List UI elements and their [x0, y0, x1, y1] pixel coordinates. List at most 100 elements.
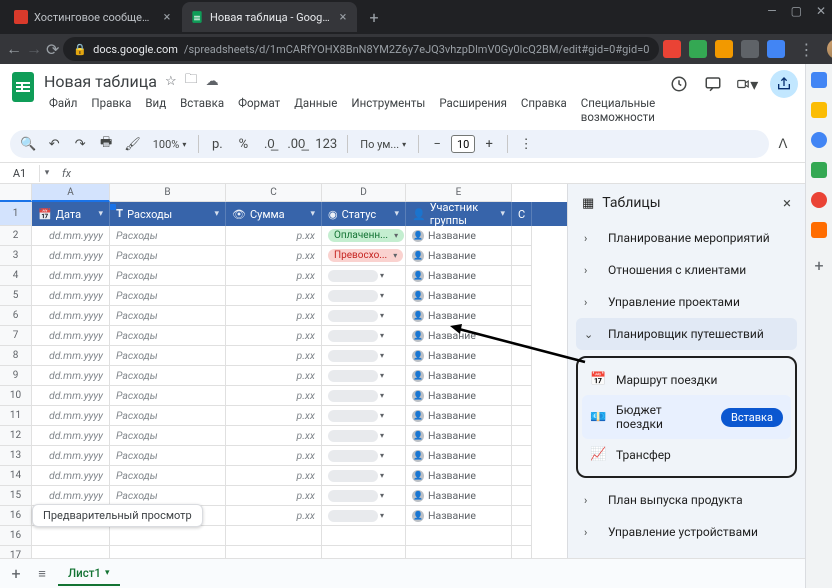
row-header[interactable]: 6	[0, 306, 32, 326]
cell[interactable]	[32, 546, 110, 558]
close-panel-button[interactable]: ×	[783, 194, 791, 212]
contacts-addon-icon[interactable]	[811, 162, 827, 178]
menu-Специальные возможности[interactable]: Специальные возможности	[576, 94, 660, 126]
menu-Вид[interactable]: Вид	[140, 94, 171, 126]
row-header[interactable]: 11	[0, 406, 32, 426]
star-icon[interactable]: ☆	[165, 74, 177, 89]
cell[interactable]: dd.mm.yyyy	[32, 446, 110, 466]
cell[interactable]	[512, 286, 532, 306]
cell[interactable]: Расходы	[110, 446, 226, 466]
col-header-E[interactable]: E	[406, 184, 512, 202]
cell[interactable]: ▾	[322, 446, 406, 466]
undo-button[interactable]: ↶	[42, 132, 66, 156]
paint-format-button[interactable]: 🖌	[120, 132, 145, 156]
cell[interactable]	[322, 526, 406, 546]
cell[interactable]: 👤Название	[406, 466, 512, 486]
cell[interactable]	[32, 526, 110, 546]
cell[interactable]	[512, 506, 532, 526]
cell[interactable]: ▾	[322, 306, 406, 326]
row-header[interactable]: 4	[0, 266, 32, 286]
cell[interactable]: ▾	[322, 326, 406, 346]
panel-group-0[interactable]: ›Планирование мероприятий	[576, 222, 797, 254]
cell[interactable]: ▾	[322, 486, 406, 506]
extension-icon[interactable]	[663, 40, 681, 58]
decrease-decimal-button[interactable]: .0̲	[257, 132, 281, 156]
get-addons-button[interactable]: +	[814, 256, 823, 275]
cell[interactable]: dd.mm.yyyy	[32, 426, 110, 446]
cell[interactable]: 👤Название	[406, 306, 512, 326]
cell[interactable]: ▾	[322, 506, 406, 526]
search-menus-button[interactable]: 🔍	[16, 132, 40, 156]
profile-avatar[interactable]	[827, 39, 832, 59]
cell[interactable]: р.xx	[226, 426, 322, 446]
sheet-tab[interactable]: Лист1 ▾	[58, 562, 120, 586]
cell[interactable]: р.xx	[226, 226, 322, 246]
extension-icon[interactable]	[767, 40, 785, 58]
panel-group-2[interactable]: ›Управление проектами	[576, 286, 797, 318]
cell[interactable]	[322, 546, 406, 558]
cell[interactable]: 👤Название	[406, 226, 512, 246]
cell[interactable]: 👤Название	[406, 246, 512, 266]
cell[interactable]: dd.mm.yyyy	[32, 286, 110, 306]
reload-button[interactable]: ⟳	[46, 36, 59, 62]
table-header-4[interactable]: 👤Участник группы▾	[406, 202, 512, 226]
row-header[interactable]: 7	[0, 326, 32, 346]
cell[interactable]: Расходы	[110, 306, 226, 326]
close-window-icon[interactable]: ✕	[816, 4, 826, 18]
menu-Расширения[interactable]: Расширения	[434, 94, 512, 126]
name-box-dropdown[interactable]: ▾	[40, 168, 54, 178]
panel-group-4[interactable]: ›План выпуска продукта	[576, 484, 797, 516]
col-header-D[interactable]: D	[322, 184, 406, 202]
cell[interactable]: Расходы	[110, 486, 226, 506]
back-button[interactable]: ←	[6, 36, 22, 62]
menu-Вставка[interactable]: Вставка	[175, 94, 229, 126]
font-size-input[interactable]	[451, 135, 475, 153]
row-header[interactable]: 10	[0, 386, 32, 406]
cell[interactable]: Расходы	[110, 266, 226, 286]
cell[interactable]	[512, 226, 532, 246]
cell[interactable]: Расходы	[110, 406, 226, 426]
maps-addon-icon[interactable]	[811, 192, 827, 208]
table-header-1[interactable]: 𝐓Расходы▾	[110, 202, 226, 226]
more-formats-button[interactable]: 123	[311, 132, 341, 156]
cell[interactable]	[110, 546, 226, 558]
currency-button[interactable]: р.	[205, 132, 229, 156]
print-button[interactable]: 🖶	[94, 132, 118, 156]
row-header[interactable]: 15	[0, 486, 32, 506]
cell[interactable]: ▾	[322, 366, 406, 386]
cell[interactable]: ▾	[322, 466, 406, 486]
cell[interactable]	[512, 346, 532, 366]
cell[interactable]: р.xx	[226, 406, 322, 426]
cell[interactable]	[512, 526, 532, 546]
cell[interactable]: ▾	[322, 386, 406, 406]
calendar-addon-icon[interactable]	[811, 72, 827, 88]
cell[interactable]: dd.mm.yyyy	[32, 326, 110, 346]
meet-icon[interactable]: ▾	[736, 73, 758, 95]
table-header-2[interactable]: 👁Сумма▾	[226, 202, 322, 226]
panel-group-5[interactable]: ›Управление устройствами	[576, 516, 797, 548]
cell[interactable]: dd.mm.yyyy	[32, 486, 110, 506]
select-all-corner[interactable]	[0, 184, 32, 202]
table-header-0[interactable]: 📅Дата▾	[32, 202, 110, 226]
cell[interactable]: р.xx	[226, 286, 322, 306]
history-icon[interactable]	[668, 73, 690, 95]
cell[interactable]	[110, 526, 226, 546]
row-header[interactable]: 5	[0, 286, 32, 306]
cell[interactable]: ▾	[322, 286, 406, 306]
cell[interactable]: Оплаченн...▾	[322, 226, 406, 246]
document-title[interactable]: Новая таблица	[44, 72, 157, 91]
redo-button[interactable]: ↷	[68, 132, 92, 156]
decrease-font-button[interactable]: −	[425, 132, 449, 156]
panel-group-3[interactable]: ⌄Планировщик путешествий	[576, 318, 797, 350]
cell[interactable]	[406, 546, 512, 558]
extensions-button[interactable]: ⋮	[793, 36, 819, 62]
cell[interactable]: 👤Название	[406, 366, 512, 386]
cell[interactable]: Расходы	[110, 386, 226, 406]
cell[interactable]: Расходы	[110, 286, 226, 306]
cell[interactable]	[226, 526, 322, 546]
cell[interactable]: dd.mm.yyyy	[32, 466, 110, 486]
cell[interactable]: ▾	[322, 426, 406, 446]
move-icon[interactable]: 🗀	[185, 70, 198, 92]
cell[interactable]: 👤Название	[406, 386, 512, 406]
cell[interactable]: Расходы	[110, 346, 226, 366]
